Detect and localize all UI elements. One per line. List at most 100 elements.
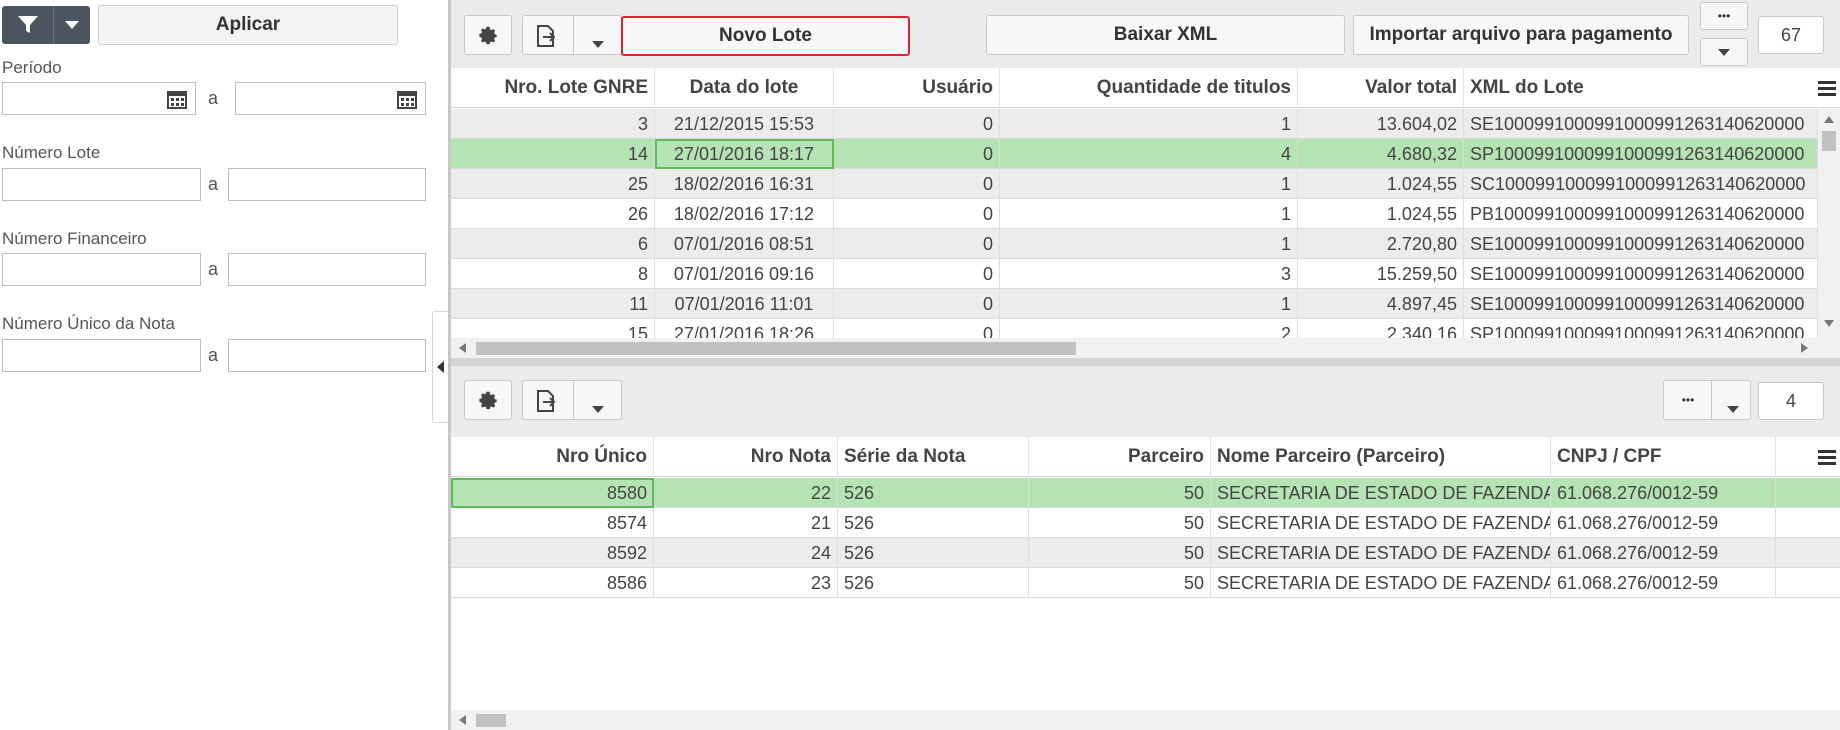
table-cell[interactable]: 1 bbox=[1000, 169, 1298, 199]
calendar-icon[interactable] bbox=[167, 89, 187, 114]
table-cell[interactable]: 26 bbox=[451, 199, 655, 229]
table-cell[interactable]: 50 bbox=[1029, 538, 1211, 568]
table-cell[interactable]: 0 bbox=[834, 229, 1000, 259]
table-cell[interactable]: 526 bbox=[838, 478, 1029, 508]
periodo-end-field[interactable] bbox=[235, 82, 426, 115]
table-cell[interactable]: 61.068.276/0012-59 bbox=[1551, 478, 1776, 508]
table-cell[interactable]: 1 bbox=[1000, 229, 1298, 259]
horizontal-scroll-thumb[interactable] bbox=[476, 342, 1076, 355]
column-menu-icon[interactable] bbox=[1818, 448, 1836, 471]
numero-lote-start-field[interactable] bbox=[2, 168, 201, 201]
table-cell[interactable]: SP1000991000991000991263140620000 bbox=[1464, 319, 1818, 338]
column-header[interactable]: Nro Nota bbox=[654, 437, 838, 477]
table-cell[interactable]: 8574 bbox=[451, 508, 654, 538]
numero-lote-end-field[interactable] bbox=[228, 168, 426, 201]
table-cell[interactable]: 2.340,16 bbox=[1298, 319, 1464, 338]
table-cell[interactable]: 21/12/2015 15:53 bbox=[655, 109, 834, 139]
table-cell[interactable]: 0 bbox=[834, 319, 1000, 338]
column-header[interactable]: Série da Nota bbox=[838, 437, 1029, 477]
table-cell[interactable]: 15 bbox=[451, 319, 655, 338]
table-cell[interactable]: 50 bbox=[1029, 508, 1211, 538]
table-cell[interactable]: 50 bbox=[1029, 478, 1211, 508]
settings-button[interactable] bbox=[464, 15, 512, 55]
table-row[interactable]: 25 18/02/2016 16:31 0 1 1.024,55 SC1000991000… bbox=[451, 169, 1818, 199]
table-cell[interactable]: 4.680,32 bbox=[1298, 139, 1464, 169]
table-cell[interactable]: 8586 bbox=[451, 568, 654, 598]
column-header[interactable]: Data do lote bbox=[655, 68, 834, 108]
table-cell[interactable]: 3 bbox=[451, 109, 655, 139]
column-header[interactable]: CNPJ / CPF bbox=[1551, 437, 1776, 477]
table-cell[interactable]: 18/02/2016 16:31 bbox=[655, 169, 834, 199]
more-options-button[interactable]: ••• bbox=[1663, 380, 1751, 420]
settings-button[interactable] bbox=[464, 380, 512, 420]
column-header[interactable]: Nome Parceiro (Parceiro) bbox=[1211, 437, 1551, 477]
table-cell[interactable]: 0 bbox=[834, 139, 1000, 169]
table-cell[interactable]: 1.024,55 bbox=[1298, 199, 1464, 229]
table-cell[interactable]: 526 bbox=[838, 538, 1029, 568]
table-cell[interactable]: 18/02/2016 17:12 bbox=[655, 199, 834, 229]
table-cell[interactable]: SC1000991000991000991263140620000 bbox=[1464, 169, 1818, 199]
table-cell[interactable]: 526 bbox=[838, 568, 1029, 598]
table-cell[interactable]: SE1000991000991000991263140620000 bbox=[1464, 109, 1818, 139]
importar-arquivo-button[interactable]: Importar arquivo para pagamento bbox=[1353, 15, 1689, 55]
table-cell[interactable]: 27/01/2016 18:26 bbox=[655, 319, 834, 338]
grid-splitter[interactable] bbox=[451, 358, 1840, 366]
table-cell[interactable]: 1.024,55 bbox=[1298, 169, 1464, 199]
table-cell[interactable]: 1 bbox=[1000, 109, 1298, 139]
table-cell[interactable]: PB1000991000991000991263140620000 bbox=[1464, 199, 1818, 229]
filter-toggle-button[interactable] bbox=[2, 6, 90, 44]
horizontal-scroll-thumb[interactable] bbox=[476, 714, 506, 727]
column-header[interactable]: Parceiro bbox=[1029, 437, 1211, 477]
table-row[interactable]: 8592 24 526 50 SECRETARIA DE ESTADO DE FAZEN… bbox=[451, 538, 1840, 568]
table-cell[interactable]: 11 bbox=[451, 289, 655, 319]
table-cell[interactable]: 24 bbox=[654, 538, 838, 568]
table-cell[interactable]: 07/01/2016 11:01 bbox=[655, 289, 834, 319]
table-cell[interactable]: 14 bbox=[451, 139, 655, 169]
table-cell[interactable]: 21 bbox=[654, 508, 838, 538]
export-button[interactable] bbox=[522, 380, 622, 420]
table-row[interactable]: 8 07/01/2016 09:16 0 3 15.259,50 SE1000991000… bbox=[451, 259, 1818, 289]
table-row[interactable]: 6 07/01/2016 08:51 0 1 2.720,80 SE10009910009… bbox=[451, 229, 1818, 259]
apply-button[interactable]: Aplicar bbox=[98, 5, 398, 45]
table-cell[interactable]: 3 bbox=[1000, 259, 1298, 289]
table-row[interactable]: 8580 22 526 50 SECRETARIA DE ESTADO DE FAZEN… bbox=[451, 478, 1840, 508]
column-header[interactable]: Valor total bbox=[1298, 68, 1464, 108]
chevron-down-icon[interactable] bbox=[1727, 397, 1739, 419]
table-cell[interactable]: SE1000991000991000991263140620000 bbox=[1464, 259, 1818, 289]
table-cell[interactable]: 61.068.276/0012-59 bbox=[1551, 538, 1776, 568]
table-cell[interactable]: 50 bbox=[1029, 568, 1211, 598]
table-cell[interactable]: 8580 bbox=[451, 478, 654, 508]
table-cell[interactable]: 15.259,50 bbox=[1298, 259, 1464, 289]
column-header[interactable]: Usuário bbox=[834, 68, 1000, 108]
table-cell[interactable]: 61.068.276/0012-59 bbox=[1551, 568, 1776, 598]
column-header[interactable]: Quantidade de titulos bbox=[1000, 68, 1298, 108]
table-cell[interactable]: 07/01/2016 08:51 bbox=[655, 229, 834, 259]
table-cell[interactable]: 6 bbox=[451, 229, 655, 259]
table-cell[interactable]: SE1000991000991000991263140620000 bbox=[1464, 229, 1818, 259]
numero-financeiro-start-field[interactable] bbox=[2, 253, 201, 286]
table-cell[interactable]: 0 bbox=[834, 289, 1000, 319]
table-cell[interactable]: 1 bbox=[1000, 289, 1298, 319]
table-cell[interactable]: 27/01/2016 18:17 bbox=[655, 139, 834, 169]
horizontal-scrollbar[interactable] bbox=[451, 710, 1840, 730]
table-cell[interactable]: 4.897,45 bbox=[1298, 289, 1464, 319]
calendar-icon[interactable] bbox=[397, 89, 417, 114]
table-cell[interactable]: 2 bbox=[1000, 319, 1298, 338]
column-header[interactable]: Nro. Lote GNRE bbox=[451, 68, 655, 108]
table-cell[interactable]: 8 bbox=[451, 259, 655, 289]
collapse-panel-handle[interactable] bbox=[432, 311, 448, 423]
table-cell[interactable]: 526 bbox=[838, 508, 1029, 538]
table-row[interactable]: 26 18/02/2016 17:12 0 1 1.024,55 PB1000991000… bbox=[451, 199, 1818, 229]
table-cell[interactable]: 1 bbox=[1000, 199, 1298, 229]
table-cell[interactable]: SE1000991000991000991263140620000 bbox=[1464, 289, 1818, 319]
table-cell[interactable]: SECRETARIA DE ESTADO DE FAZENDA bbox=[1211, 478, 1551, 508]
periodo-start-field[interactable] bbox=[2, 82, 196, 115]
table-cell[interactable]: 0 bbox=[834, 169, 1000, 199]
table-cell[interactable]: 0 bbox=[834, 259, 1000, 289]
column-menu-icon[interactable] bbox=[1818, 79, 1836, 102]
baixar-xml-button[interactable]: Baixar XML bbox=[986, 15, 1345, 55]
more-dropdown-button[interactable] bbox=[1700, 38, 1748, 66]
table-cell[interactable]: SECRETARIA DE ESTADO DE FAZENDA bbox=[1211, 508, 1551, 538]
table-cell[interactable]: 07/01/2016 09:16 bbox=[655, 259, 834, 289]
table-cell[interactable]: 8592 bbox=[451, 538, 654, 568]
